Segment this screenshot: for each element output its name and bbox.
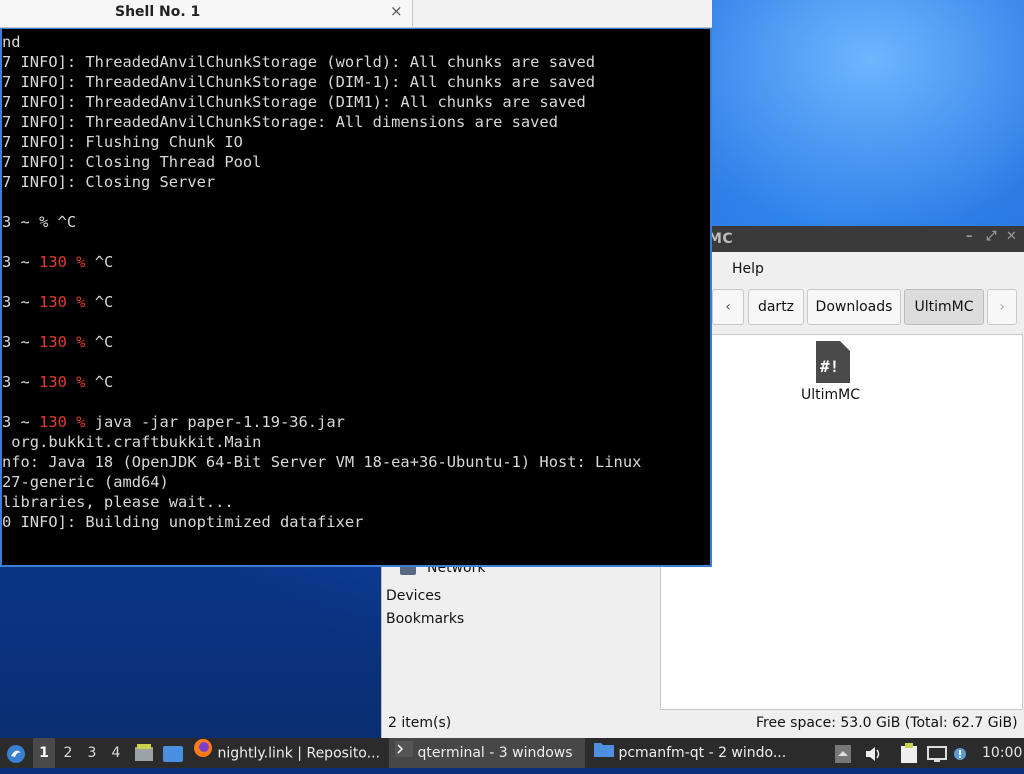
task-pcmanfm[interactable]: pcmanfm-qt - 2 windo... <box>590 738 790 768</box>
network-tray-icon[interactable] <box>927 744 947 762</box>
notification-icon[interactable] <box>953 742 967 760</box>
terminal-line: 3 ~ 130 % ^C <box>2 332 113 352</box>
terminal-output[interactable]: nd 7 INFO]: ThreadedAnvilChunkStorage (wo… <box>0 28 712 567</box>
status-item-count: 2 item(s) <box>388 715 452 731</box>
prompt-prefix: 3 ~ <box>2 413 40 431</box>
task-label: pcmanfm-qt - 2 windo... <box>618 745 787 761</box>
terminal-icon <box>395 738 413 768</box>
terminal-line: org.bukkit.craftbukkit.Main <box>2 433 262 451</box>
status-free-space: Free space: 53.0 GiB (Total: 62.7 GiB) <box>756 715 1018 731</box>
prompt-prefix: 3 ~ <box>2 293 40 311</box>
task-label: nightly.link | Reposito... <box>217 745 380 762</box>
breadcrumb-dartz[interactable]: dartz <box>748 289 804 325</box>
script-file-icon: #! <box>816 341 850 383</box>
task-label: qterminal - 3 windows <box>417 745 573 761</box>
terminal-line: 7 INFO]: Closing Thread Pool <box>2 153 262 171</box>
terminal-line: 0 INFO]: Building unoptimized datafixer <box>2 513 364 531</box>
sidebar: Network Devices Bookmarks <box>382 560 657 704</box>
sidebar-item-devices[interactable]: Devices <box>386 588 441 604</box>
task-firefox[interactable]: nightly.link | Reposito... <box>193 738 385 768</box>
exit-status: 130 % <box>39 413 86 431</box>
terminal-line: 3 ~ 130 % ^C <box>2 252 113 272</box>
task-qterminal[interactable]: qterminal - 3 windows <box>389 738 585 768</box>
folder-icon <box>594 738 614 768</box>
command-text: ^C <box>85 333 114 351</box>
breadcrumb-ultimmc[interactable]: UltimMC <box>904 289 984 325</box>
terminal-line: 7 INFO]: ThreadedAnvilChunkStorage (DIM-… <box>2 73 596 91</box>
terminal-tab-bar: Shell No. 1 × <box>0 0 712 28</box>
command-text: ^C <box>85 253 114 271</box>
start-menu-icon[interactable] <box>6 744 26 764</box>
sidebar-item-bookmarks[interactable]: Bookmarks <box>386 611 464 627</box>
clock[interactable]: 10:00 <box>982 738 1022 768</box>
terminal-line: nfo: Java 18 (OpenJDK 64-Bit Server VM 1… <box>2 453 642 471</box>
terminal-line: 7 INFO]: Closing Server <box>2 173 216 191</box>
svg-text:#!: #! <box>820 357 839 376</box>
status-bar: 2 item(s) Free space: 53.0 GiB (Total: 6… <box>382 711 1024 738</box>
terminal-line: libraries, please wait... <box>2 493 234 511</box>
exit-status: 130 % <box>39 373 86 391</box>
tab-shell-1[interactable]: Shell No. 1 × <box>0 0 413 26</box>
terminal-line: 7 INFO]: ThreadedAnvilChunkStorage: All … <box>2 113 558 131</box>
command-text: ^C <box>85 373 114 391</box>
workspace-4[interactable]: 4 <box>105 738 127 768</box>
prompt-prefix: 3 ~ <box>2 333 40 351</box>
exit-status: 130 % <box>39 293 86 311</box>
exit-status: 130 % <box>39 333 86 351</box>
command-text: ^C <box>85 293 114 311</box>
chevron-left-icon: ‹ <box>725 299 731 315</box>
path-back-button[interactable]: ‹ <box>712 289 744 325</box>
minimize-icon[interactable]: – <box>966 229 973 244</box>
file-view[interactable]: bin #! UltimMC <box>651 334 1023 710</box>
show-desktop-icon[interactable] <box>163 744 183 764</box>
firefox-icon <box>193 738 213 768</box>
breadcrumb-downloads[interactable]: Downloads <box>807 289 901 325</box>
terminal-line: 7 INFO]: ThreadedAnvilChunkStorage (DIM1… <box>2 93 586 111</box>
chevron-right-icon: › <box>999 299 1005 315</box>
volume-icon[interactable] <box>864 744 882 762</box>
file-manager-launcher-icon[interactable] <box>134 743 154 763</box>
terminal-line: 7 INFO]: Flushing Chunk IO <box>2 133 243 151</box>
exit-status: 130 % <box>39 253 86 271</box>
prompt-prefix: 3 ~ <box>2 253 40 271</box>
terminal-line: 27-generic (amd64) <box>2 473 169 491</box>
path-forward-button[interactable]: › <box>987 289 1017 325</box>
workspace-3[interactable]: 3 <box>81 738 103 768</box>
command-text: java -jar paper-1.19-36.jar <box>85 413 345 431</box>
terminal-line: nd <box>2 33 21 51</box>
terminal-line: 3 ~ 130 % ^C <box>2 372 113 392</box>
taskbar: 1 2 3 4 nightly.link | Reposito... qterm… <box>0 738 1024 768</box>
close-tab-icon[interactable]: × <box>390 2 403 20</box>
terminal-line: 3 ~ 130 % java -jar paper-1.19-36.jar <box>2 412 345 432</box>
terminal-window: Shell No. 1 × nd 7 INFO]: ThreadedAnvilCh… <box>0 0 712 568</box>
tray-up-icon[interactable] <box>835 744 851 763</box>
terminal-line: 3 ~ % ^C <box>2 213 77 231</box>
clipboard-icon[interactable] <box>900 743 918 763</box>
file-item[interactable]: #! UltimMC <box>801 341 881 403</box>
tab-title: Shell No. 1 <box>115 4 201 20</box>
file-name: UltimMC <box>801 387 861 403</box>
prompt-prefix: 3 ~ <box>2 373 40 391</box>
close-icon[interactable]: ✕ <box>1006 229 1017 244</box>
maximize-icon[interactable]: ⤢ <box>986 229 996 244</box>
menu-help[interactable]: Help <box>732 261 764 277</box>
terminal-line: 3 ~ 130 % ^C <box>2 292 113 312</box>
workspace-1[interactable]: 1 <box>33 738 55 768</box>
workspace-2[interactable]: 2 <box>57 738 79 768</box>
terminal-line: 7 INFO]: ThreadedAnvilChunkStorage (worl… <box>2 53 596 71</box>
